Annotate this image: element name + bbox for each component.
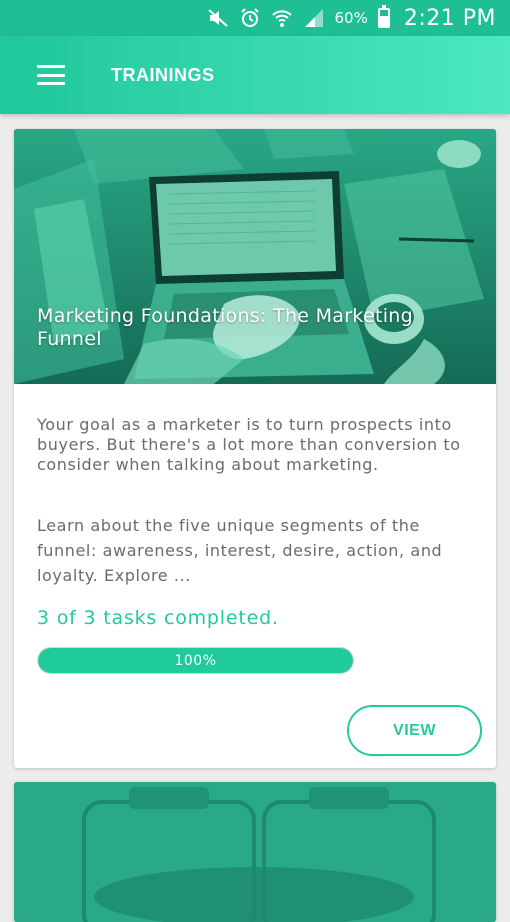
clock: 2:21 PM: [403, 5, 496, 31]
signal-icon: [303, 7, 325, 29]
view-button[interactable]: VIEW: [347, 705, 482, 756]
training-description-more: Learn about the five unique segments of …: [37, 516, 443, 585]
alarm-icon: [239, 7, 261, 29]
wifi-icon: [271, 7, 293, 29]
training-card[interactable]: [14, 782, 496, 922]
training-cover-image: Marketing Foundations: The Marketing Fun…: [14, 129, 496, 384]
page-title: TRAININGS: [111, 64, 215, 85]
status-bar: 60% 2:21 PM: [0, 0, 510, 36]
progress-bar: 100%: [37, 647, 354, 674]
training-title: Marketing Foundations: The Marketing Fun…: [37, 305, 414, 350]
mute-icon: [207, 7, 229, 29]
battery-icon: [377, 5, 390, 28]
progress-label: 100%: [174, 652, 217, 669]
hamburger-menu-icon[interactable]: [37, 65, 65, 85]
training-card[interactable]: Marketing Foundations: The Marketing Fun…: [14, 129, 496, 768]
battery-percent: 60%: [334, 9, 368, 27]
training-cover-image: [14, 782, 496, 922]
app-bar: TRAININGS: [0, 36, 510, 114]
tasks-completed-text: 3 of 3 tasks completed.: [37, 607, 279, 629]
training-description: Your goal as a marketer is to turn prosp…: [37, 415, 461, 474]
